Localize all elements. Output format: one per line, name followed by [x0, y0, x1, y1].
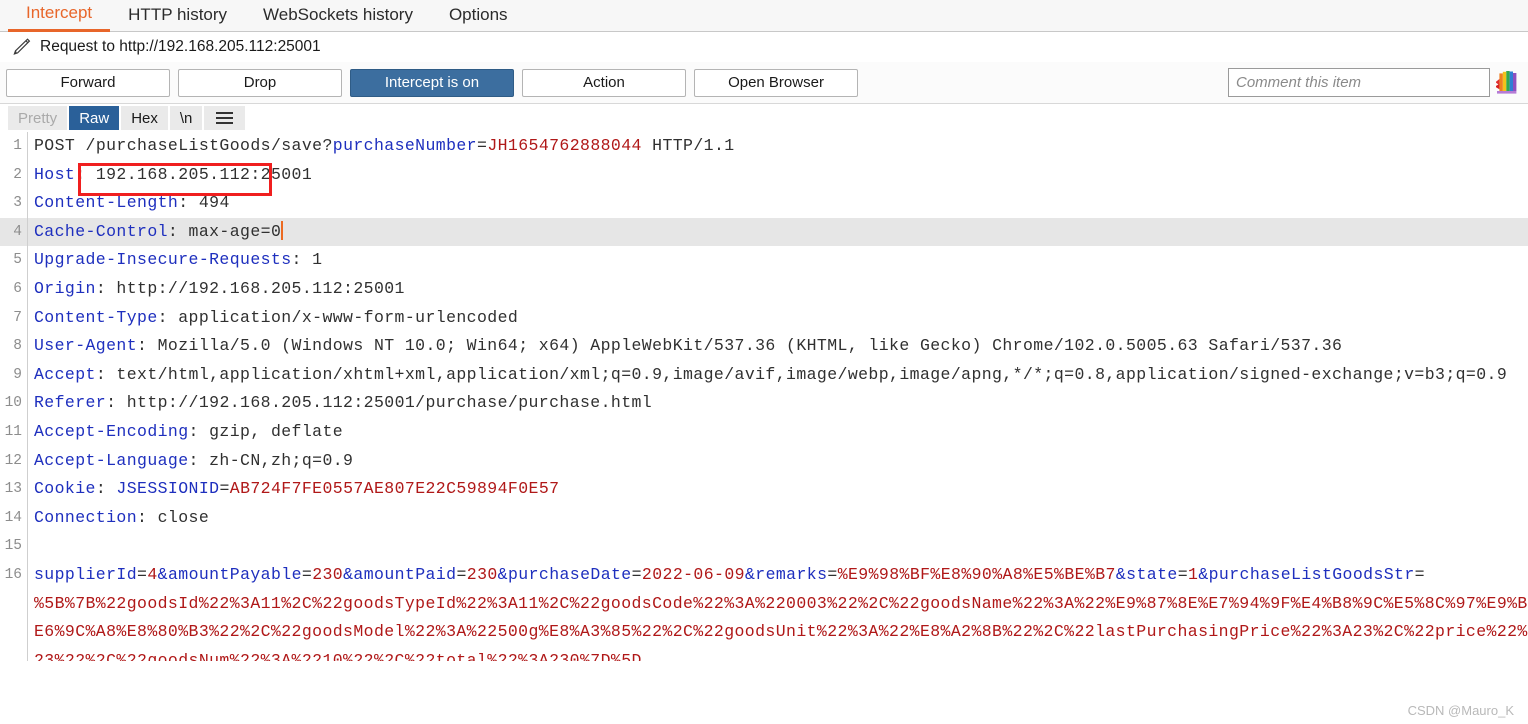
editor-line[interactable]: %5B%7B%22goodsId%22%3A11%2C%22goodsTypeI…: [0, 589, 1528, 619]
hex-view-button[interactable]: Hex: [121, 106, 168, 130]
line-number: 11: [4, 423, 22, 440]
forward-button[interactable]: Forward: [6, 68, 170, 97]
text-caret: [281, 220, 284, 240]
raw-view-button[interactable]: Raw: [69, 106, 120, 130]
line-number: 5: [13, 252, 22, 269]
watermark: CSDN @Mauro_K: [1407, 703, 1514, 718]
pencil-icon: [10, 37, 32, 57]
line-content: Upgrade-Insecure-Requests: 1: [34, 250, 323, 270]
line-number: 14: [4, 509, 22, 526]
editor-line[interactable]: 3 Content-Length: 494: [0, 189, 1528, 218]
line-content: User-Agent: Mozilla/5.0 (Windows NT 10.0…: [34, 336, 1343, 356]
intercept-toggle-button[interactable]: Intercept is on: [350, 68, 514, 97]
request-title-row: Request to http://192.168.205.112:25001: [0, 32, 1528, 62]
line-number: 2: [13, 166, 22, 183]
line-number: 7: [13, 309, 22, 326]
line-content: Cookie: JSESSIONID=AB724F7FE0557AE807E22…: [34, 479, 560, 499]
editor-line[interactable]: 2 Host: 192.168.205.112:25001: [0, 160, 1528, 190]
line-number: 9: [13, 366, 22, 383]
editor-line[interactable]: 1 POST /purchaseListGoods/save?purchaseNu…: [0, 132, 1528, 161]
line-content: Accept: text/html,application/xhtml+xml,…: [34, 364, 1508, 384]
line-content: %5B%7B%22goodsId%22%3A11%2C%22goodsTypeI…: [34, 593, 1528, 613]
line-content: Accept-Encoding: gzip, deflate: [34, 421, 344, 441]
editor-line[interactable]: 5 Upgrade-Insecure-Requests: 1: [0, 246, 1528, 275]
line-content: Host: 192.168.205.112:25001: [34, 164, 313, 184]
tab-options[interactable]: Options: [431, 3, 526, 31]
tab-websockets-history[interactable]: WebSockets history: [245, 3, 431, 31]
line-content: Cache-Control: max-age=0: [34, 220, 284, 241]
burp-suite-window: Intercept HTTP history WebSockets histor…: [0, 0, 1528, 724]
line-number: 12: [4, 452, 22, 469]
editor-line[interactable]: 4 Cache-Control: max-age=0: [0, 217, 1528, 247]
editor-line[interactable]: 15: [0, 532, 1528, 561]
open-browser-button[interactable]: Open Browser: [694, 68, 858, 97]
editor-line[interactable]: 13 Cookie: JSESSIONID=AB724F7FE0557AE807E…: [0, 475, 1528, 504]
line-content: Content-Type: application/x-www-form-url…: [34, 307, 519, 327]
line-content: supplierId=4&amountPayable=230&amountPai…: [34, 564, 1425, 584]
rainbow-highlighter-icon[interactable]: [1494, 69, 1522, 97]
newline-toggle-button[interactable]: \n: [169, 106, 203, 130]
line-content: Content-Length: 494: [34, 193, 230, 213]
editor-line[interactable]: 6 Origin: http://192.168.205.112:25001: [0, 274, 1528, 304]
editor-line[interactable]: 16 supplierId=4&amountPayable=230&amountP…: [0, 560, 1528, 590]
pretty-view-button[interactable]: Pretty: [8, 106, 68, 130]
request-editor[interactable]: 1 POST /purchaseListGoods/save?purchaseNu…: [0, 132, 1528, 661]
comment-input[interactable]: [1228, 68, 1490, 97]
line-content: 23%22%2C%22goodsNum%22%3A%2210%22%2C%22t…: [34, 650, 642, 661]
gutter-divider: [27, 532, 28, 561]
line-content: Origin: http://192.168.205.112:25001: [34, 278, 405, 298]
line-number: 3: [13, 195, 22, 212]
line-content: Accept-Language: zh-CN,zh;q=0.9: [34, 450, 354, 470]
hamburger-menu-icon[interactable]: [204, 106, 246, 130]
editor-line[interactable]: 23%22%2C%22goodsNum%22%3A%2210%22%2C%22t…: [0, 646, 1528, 661]
editor-line[interactable]: 10 Referer: http://192.168.205.112:25001/…: [0, 389, 1528, 418]
action-button[interactable]: Action: [522, 68, 686, 97]
line-number: 15: [4, 538, 22, 555]
tab-http-history[interactable]: HTTP history: [110, 3, 245, 31]
view-mode-bar: Pretty Raw Hex \n: [0, 104, 1528, 132]
line-content: POST /purchaseListGoods/save?purchaseNum…: [34, 136, 735, 155]
page-title: Request to http://192.168.205.112:25001: [40, 38, 321, 55]
intercept-toolbar: Forward Drop Intercept is on Action Open…: [0, 62, 1528, 104]
line-number: 1: [13, 138, 22, 154]
editor-line[interactable]: 9 Accept: text/html,application/xhtml+xml…: [0, 360, 1528, 390]
line-number: 4: [13, 223, 22, 240]
line-content: Connection: close: [34, 507, 210, 527]
line-content: Referer: http://192.168.205.112:25001/pu…: [34, 393, 653, 413]
line-number: 8: [13, 338, 22, 355]
editor-line[interactable]: E6%9C%A8%E8%80%B3%22%2C%22goodsModel%22%…: [0, 618, 1528, 647]
editor-line[interactable]: 12 Accept-Language: zh-CN,zh;q=0.9: [0, 446, 1528, 476]
line-number: 16: [4, 566, 22, 583]
editor-line[interactable]: 7 Content-Type: application/x-www-form-ur…: [0, 303, 1528, 333]
editor-line[interactable]: 8 User-Agent: Mozilla/5.0 (Windows NT 10.…: [0, 332, 1528, 361]
line-number: 6: [13, 280, 22, 297]
line-number: 13: [4, 481, 22, 498]
editor-line[interactable]: 11 Accept-Encoding: gzip, deflate: [0, 417, 1528, 447]
drop-button[interactable]: Drop: [178, 68, 342, 97]
line-content: E6%9C%A8%E8%80%B3%22%2C%22goodsModel%22%…: [34, 622, 1528, 642]
line-number: 10: [4, 395, 22, 412]
main-tab-bar: Intercept HTTP history WebSockets histor…: [0, 0, 1528, 32]
editor-line[interactable]: 14 Connection: close: [0, 503, 1528, 533]
tab-intercept[interactable]: Intercept: [8, 1, 111, 32]
